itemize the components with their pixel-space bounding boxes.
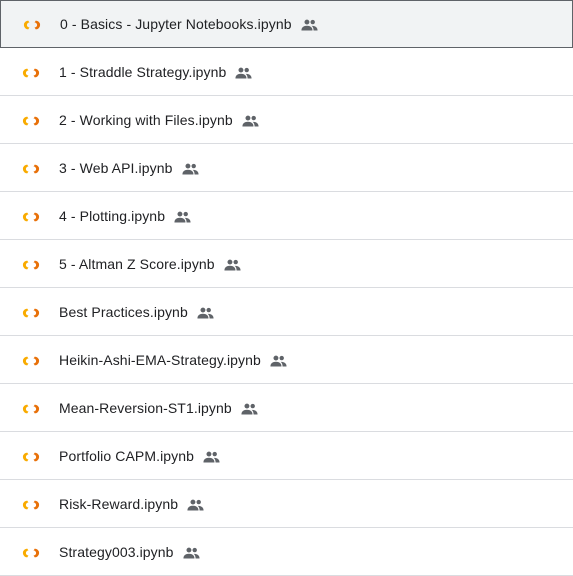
people-shared-icon	[197, 306, 214, 319]
people-shared-icon	[203, 450, 220, 463]
people-shared-icon	[182, 546, 200, 559]
file-row[interactable]: 3 - Web API.ipynb	[0, 144, 573, 192]
people-shared-icon	[174, 210, 191, 223]
people-shared-icon	[224, 258, 241, 271]
people-shared-icon	[241, 402, 258, 415]
colab-notebook-icon	[22, 210, 40, 222]
colab-notebook-icon	[22, 546, 40, 558]
file-name[interactable]: Portfolio CAPM.ipynb	[59, 448, 194, 464]
file-row[interactable]: Mean-Reversion-ST1.ipynb	[0, 384, 573, 432]
file-name[interactable]: Mean-Reversion-ST1.ipynb	[59, 400, 232, 416]
file-name[interactable]: 1 - Straddle Strategy.ipynb	[59, 64, 226, 80]
file-row[interactable]: Risk-Reward.ipynb	[0, 480, 573, 528]
people-shared-icon	[235, 66, 252, 79]
colab-notebook-icon	[22, 258, 40, 270]
file-name[interactable]: Best Practices.ipynb	[59, 304, 188, 320]
file-name[interactable]: 4 - Plotting.ipynb	[59, 208, 165, 224]
file-name-wrap: 1 - Straddle Strategy.ipynb	[59, 64, 252, 80]
file-row[interactable]: Portfolio CAPM.ipynb	[0, 432, 573, 480]
colab-notebook-icon	[23, 18, 41, 30]
file-row[interactable]: Heikin-Ashi-EMA-Strategy.ipynb	[0, 336, 573, 384]
file-row[interactable]: 0 - Basics - Jupyter Notebooks.ipynb	[0, 0, 573, 48]
file-row[interactable]: 4 - Plotting.ipynb	[0, 192, 573, 240]
file-row[interactable]: 1 - Straddle Strategy.ipynb	[0, 48, 573, 96]
file-name[interactable]: Strategy003.ipynb	[59, 544, 174, 560]
colab-notebook-icon	[22, 162, 40, 174]
colab-notebook-icon	[22, 402, 40, 414]
colab-notebook-icon	[22, 498, 40, 510]
file-row[interactable]: 5 - Altman Z Score.ipynb	[0, 240, 573, 288]
file-name-wrap: 3 - Web API.ipynb	[59, 160, 199, 176]
file-name-wrap: Risk-Reward.ipynb	[59, 496, 204, 512]
file-name[interactable]: Heikin-Ashi-EMA-Strategy.ipynb	[59, 352, 261, 368]
file-name-wrap: Portfolio CAPM.ipynb	[59, 448, 220, 464]
file-name[interactable]: Risk-Reward.ipynb	[59, 496, 178, 512]
file-name[interactable]: 0 - Basics - Jupyter Notebooks.ipynb	[60, 16, 292, 32]
colab-notebook-icon	[22, 114, 40, 126]
file-row[interactable]: Best Practices.ipynb	[0, 288, 573, 336]
file-name-wrap: Best Practices.ipynb	[59, 304, 214, 320]
file-name-wrap: 2 - Working with Files.ipynb	[59, 112, 259, 128]
file-name[interactable]: 2 - Working with Files.ipynb	[59, 112, 233, 128]
colab-notebook-icon	[22, 450, 40, 462]
file-name-wrap: 0 - Basics - Jupyter Notebooks.ipynb	[60, 16, 318, 32]
file-list: 0 - Basics - Jupyter Notebooks.ipynb 1 - …	[0, 0, 573, 576]
people-shared-icon	[270, 354, 287, 367]
file-row[interactable]: 2 - Working with Files.ipynb	[0, 96, 573, 144]
file-name-wrap: 5 - Altman Z Score.ipynb	[59, 256, 241, 272]
file-name-wrap: 4 - Plotting.ipynb	[59, 208, 191, 224]
file-row[interactable]: Strategy003.ipynb	[0, 528, 573, 576]
file-name[interactable]: 3 - Web API.ipynb	[59, 160, 173, 176]
colab-notebook-icon	[22, 354, 40, 366]
people-shared-icon	[187, 498, 204, 511]
people-shared-icon	[181, 162, 199, 175]
colab-notebook-icon	[22, 306, 40, 318]
file-name-wrap: Strategy003.ipynb	[59, 544, 200, 560]
file-name[interactable]: 5 - Altman Z Score.ipynb	[59, 256, 215, 272]
file-name-wrap: Heikin-Ashi-EMA-Strategy.ipynb	[59, 352, 287, 368]
file-name-wrap: Mean-Reversion-ST1.ipynb	[59, 400, 258, 416]
people-shared-icon	[242, 114, 259, 127]
people-shared-icon	[301, 18, 318, 31]
colab-notebook-icon	[22, 66, 40, 78]
